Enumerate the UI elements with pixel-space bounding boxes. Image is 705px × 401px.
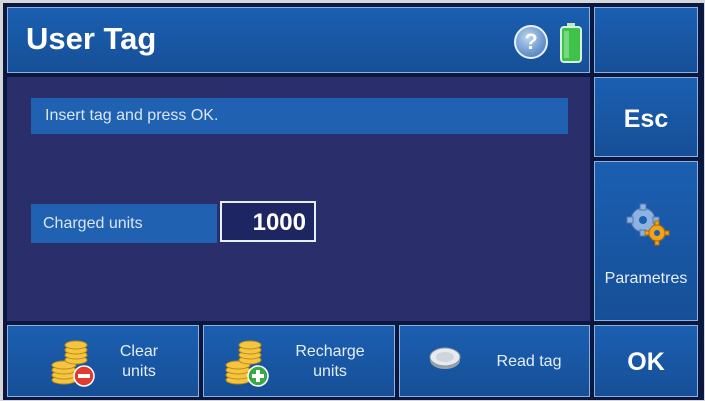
esc-label: Esc bbox=[623, 105, 669, 133]
gear-icon bbox=[626, 203, 670, 246]
clear-units-button[interactable]: Clear units bbox=[7, 325, 199, 397]
esc-button[interactable]: Esc bbox=[594, 77, 698, 157]
parameters-label: Parametres bbox=[604, 270, 688, 287]
parameters-button[interactable]: Parametres bbox=[594, 161, 698, 321]
top-right-blank-button bbox=[594, 7, 698, 73]
title-bar: User Tag ? bbox=[7, 7, 590, 73]
coins-add-icon bbox=[225, 340, 269, 387]
ok-label: OK bbox=[627, 348, 665, 376]
recharge-units-button[interactable]: Recharge units bbox=[203, 325, 395, 397]
tag-icon bbox=[429, 347, 461, 369]
message-bar: Insert tag and press OK. bbox=[31, 98, 568, 134]
coins-remove-icon bbox=[51, 340, 95, 387]
read-tag-label: Read tag bbox=[496, 353, 562, 370]
charged-units-label-box: Charged units bbox=[31, 204, 217, 243]
charged-units-field[interactable]: 1000 bbox=[220, 201, 316, 242]
help-icon[interactable]: ? bbox=[514, 25, 548, 59]
charged-units-label: Charged units bbox=[43, 215, 143, 232]
recharge-units-label: Recharge units bbox=[295, 343, 365, 380]
ok-button[interactable]: OK bbox=[594, 325, 698, 397]
instruction-message: Insert tag and press OK. bbox=[45, 107, 219, 124]
page-title: User Tag bbox=[26, 21, 157, 56]
read-tag-button[interactable]: Read tag bbox=[399, 325, 590, 397]
main-panel: Insert tag and press OK. Charged units 1… bbox=[7, 77, 590, 321]
battery-icon bbox=[560, 23, 582, 63]
clear-units-label: Clear units bbox=[119, 343, 159, 380]
